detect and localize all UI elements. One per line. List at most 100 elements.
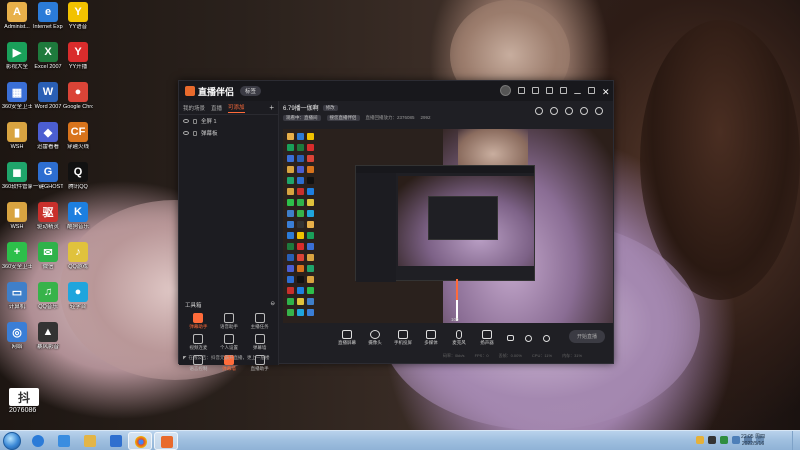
record-button[interactable] (501, 335, 519, 341)
close-icon[interactable]: ✕ (602, 87, 610, 97)
add-scene-icon[interactable]: + (269, 103, 274, 112)
user-avatar-icon[interactable] (500, 85, 511, 96)
desktop-shortcut[interactable]: K 酷狗音乐 (63, 202, 93, 231)
danmu-tool[interactable]: 弹幕助手 (183, 313, 214, 330)
microphone-button[interactable]: 麦克风 (445, 330, 473, 346)
tray-app-icon[interactable] (696, 436, 704, 444)
tray-qq-icon[interactable] (708, 436, 716, 444)
desktop-shortcut-label: Word 2007 (34, 104, 62, 110)
tab-addable[interactable]: 可添加 (228, 103, 245, 113)
live-companion-window[interactable]: 直播伴侣 标签 ✕ 我的场景 直播 可添加 + 全屏 1 弹幕板 工具箱 ⊖ 弹… (178, 80, 614, 371)
desktop-shortcut[interactable]: ▲ 暴风影音 (33, 322, 63, 351)
visibility-icon[interactable] (183, 119, 189, 123)
screen-capture-button[interactable]: 直播屏幕 (333, 330, 361, 346)
camera-button[interactable]: 摄像头 (361, 330, 389, 346)
visibility-icon[interactable] (183, 131, 189, 135)
desktop-shortcut-label: 360安全卫士 (2, 104, 32, 110)
volume-slider[interactable] (454, 279, 460, 321)
desktop-shortcut[interactable]: Q 腾讯QQ (63, 162, 93, 191)
settings-tool[interactable]: 个人设置 (214, 334, 245, 351)
desktop-shortcut-label: Internet Explorer (33, 24, 63, 30)
desktop-shortcut[interactable]: ♫ QQ音乐 (33, 282, 63, 311)
admin-folder-icon: A (7, 2, 27, 22)
desktop-shortcut[interactable]: X Excel 2007 (33, 42, 63, 71)
settings-icon[interactable] (532, 87, 539, 94)
video-link-tool[interactable]: 视频连麦 (183, 334, 214, 351)
collapse-icon[interactable]: ⊖ (270, 301, 275, 309)
desktop-shortcut[interactable]: ● Google Chrome (63, 82, 93, 111)
desktop-shortcut[interactable]: Y YY语音 (63, 2, 93, 31)
security-360-icon: ▦ (7, 82, 27, 102)
media-button[interactable]: 多媒体 (417, 330, 445, 346)
preview-desktop-icon (287, 210, 294, 217)
desktop-shortcut[interactable]: Y YY开播 (63, 42, 93, 71)
tool-label: 主播任务 (250, 324, 269, 329)
edit-title-button[interactable]: 修改 (322, 104, 338, 111)
tab-my-scenes[interactable]: 我的场景 (183, 104, 205, 112)
app-name: 直播伴侣 (198, 86, 235, 97)
room-meta-1[interactable]: 搜您直播伴侣 (326, 115, 360, 121)
source-row-fullscreen[interactable]: 全屏 1 (179, 115, 278, 127)
share-icon[interactable] (595, 107, 603, 115)
app-titlebar[interactable]: 直播伴侣 标签 ✕ (179, 81, 613, 101)
version-badge[interactable]: 标签 (240, 86, 262, 96)
timer-button[interactable] (519, 334, 537, 342)
task-tool[interactable]: 主播任务 (244, 313, 275, 330)
desktop-shortcut[interactable]: ▶ 影视大全 (2, 42, 32, 71)
desktop-shortcut[interactable]: CF 穿越火线 (63, 122, 93, 151)
taskbar-media[interactable] (52, 432, 76, 450)
desktop-shortcut[interactable]: ● 轻学台 (63, 282, 93, 311)
settings-button[interactable] (537, 334, 555, 342)
danmu-wall-tool[interactable]: 弹幕墙 (244, 334, 275, 351)
desktop-shortcut[interactable]: W Word 2007 (33, 82, 63, 111)
taskbar-live-companion[interactable] (154, 432, 178, 450)
desktop-shortcut[interactable]: ◆ 迅雷看看 (33, 122, 63, 151)
taskbar-player[interactable] (104, 432, 128, 450)
minimize-icon[interactable] (574, 87, 581, 94)
live-preview[interactable] (283, 129, 613, 323)
lock-icon[interactable] (193, 118, 197, 124)
maximize-icon[interactable] (588, 87, 595, 94)
desktop-shortcut[interactable]: ◼ 360软件管家 (2, 162, 32, 191)
lock-icon[interactable] (193, 130, 197, 136)
desktop-shortcut[interactable]: e Internet Explorer (33, 2, 63, 31)
desktop-shortcut[interactable]: A Administ... (2, 2, 32, 31)
desktop-shortcut[interactable]: ▮ WSH (2, 122, 32, 151)
desktop-shortcut[interactable]: +360安全卫士 (2, 242, 32, 271)
notice-bar[interactable]: ◤ 在线公告：抖音元霸开直播，更上一层楼 (183, 355, 277, 361)
taskbar: 22:05 周四 2022/5/16 (0, 430, 800, 450)
room-meta-0[interactable]: 观看中：直播间 (283, 115, 321, 121)
phone-cast-button[interactable]: 手机投屏 (389, 330, 417, 346)
message-icon[interactable] (518, 87, 525, 94)
menu-icon[interactable] (560, 87, 567, 94)
desktop-shortcut[interactable]: ▭ 计算机 (2, 282, 32, 311)
skin-icon[interactable] (546, 87, 553, 94)
source-row-danmu[interactable]: 弹幕板 (179, 127, 278, 139)
start-button[interactable] (3, 432, 21, 450)
desktop-shortcut[interactable]: ◎ 网络 (2, 322, 32, 351)
clock[interactable]: 22:05 周四 2022/5/16 (738, 434, 768, 447)
desktop-shortcut[interactable]: ♪ QQ游戏 (63, 242, 93, 271)
lock-room-icon[interactable] (550, 107, 558, 115)
danmu-wall-tool-icon (254, 334, 265, 344)
user-icon[interactable] (565, 107, 573, 115)
bell-icon[interactable] (580, 107, 588, 115)
tab-live[interactable]: 直播 (211, 104, 222, 112)
internet-explorer-icon: e (38, 2, 58, 22)
desktop-shortcut-label: 计算机 (8, 304, 26, 310)
desktop-shortcut[interactable]: ▮ WSH (2, 202, 32, 231)
speaker-button[interactable]: 扬声器 (473, 330, 501, 346)
desktop-shortcut[interactable]: ✉ 微信 (33, 242, 63, 271)
desktop-shortcut[interactable]: G 一键GHOST (33, 162, 63, 191)
desktop-shortcut[interactable]: 驱驱动精灵 (33, 202, 63, 231)
tray-security-icon[interactable] (720, 436, 728, 444)
gift-icon[interactable] (535, 107, 543, 115)
taskbar-ie[interactable] (26, 432, 50, 450)
taskbar-chrome[interactable] (128, 432, 152, 450)
desktop-shortcut[interactable]: ▦ 360安全卫士 (2, 82, 32, 111)
tool-label: 个人设置 (219, 345, 238, 350)
start-live-button[interactable]: 开始直播 (569, 330, 605, 343)
taskbar-explorer[interactable] (78, 432, 102, 450)
show-desktop-button[interactable] (792, 431, 800, 450)
voice-tool[interactable]: 语音助手 (214, 313, 245, 330)
